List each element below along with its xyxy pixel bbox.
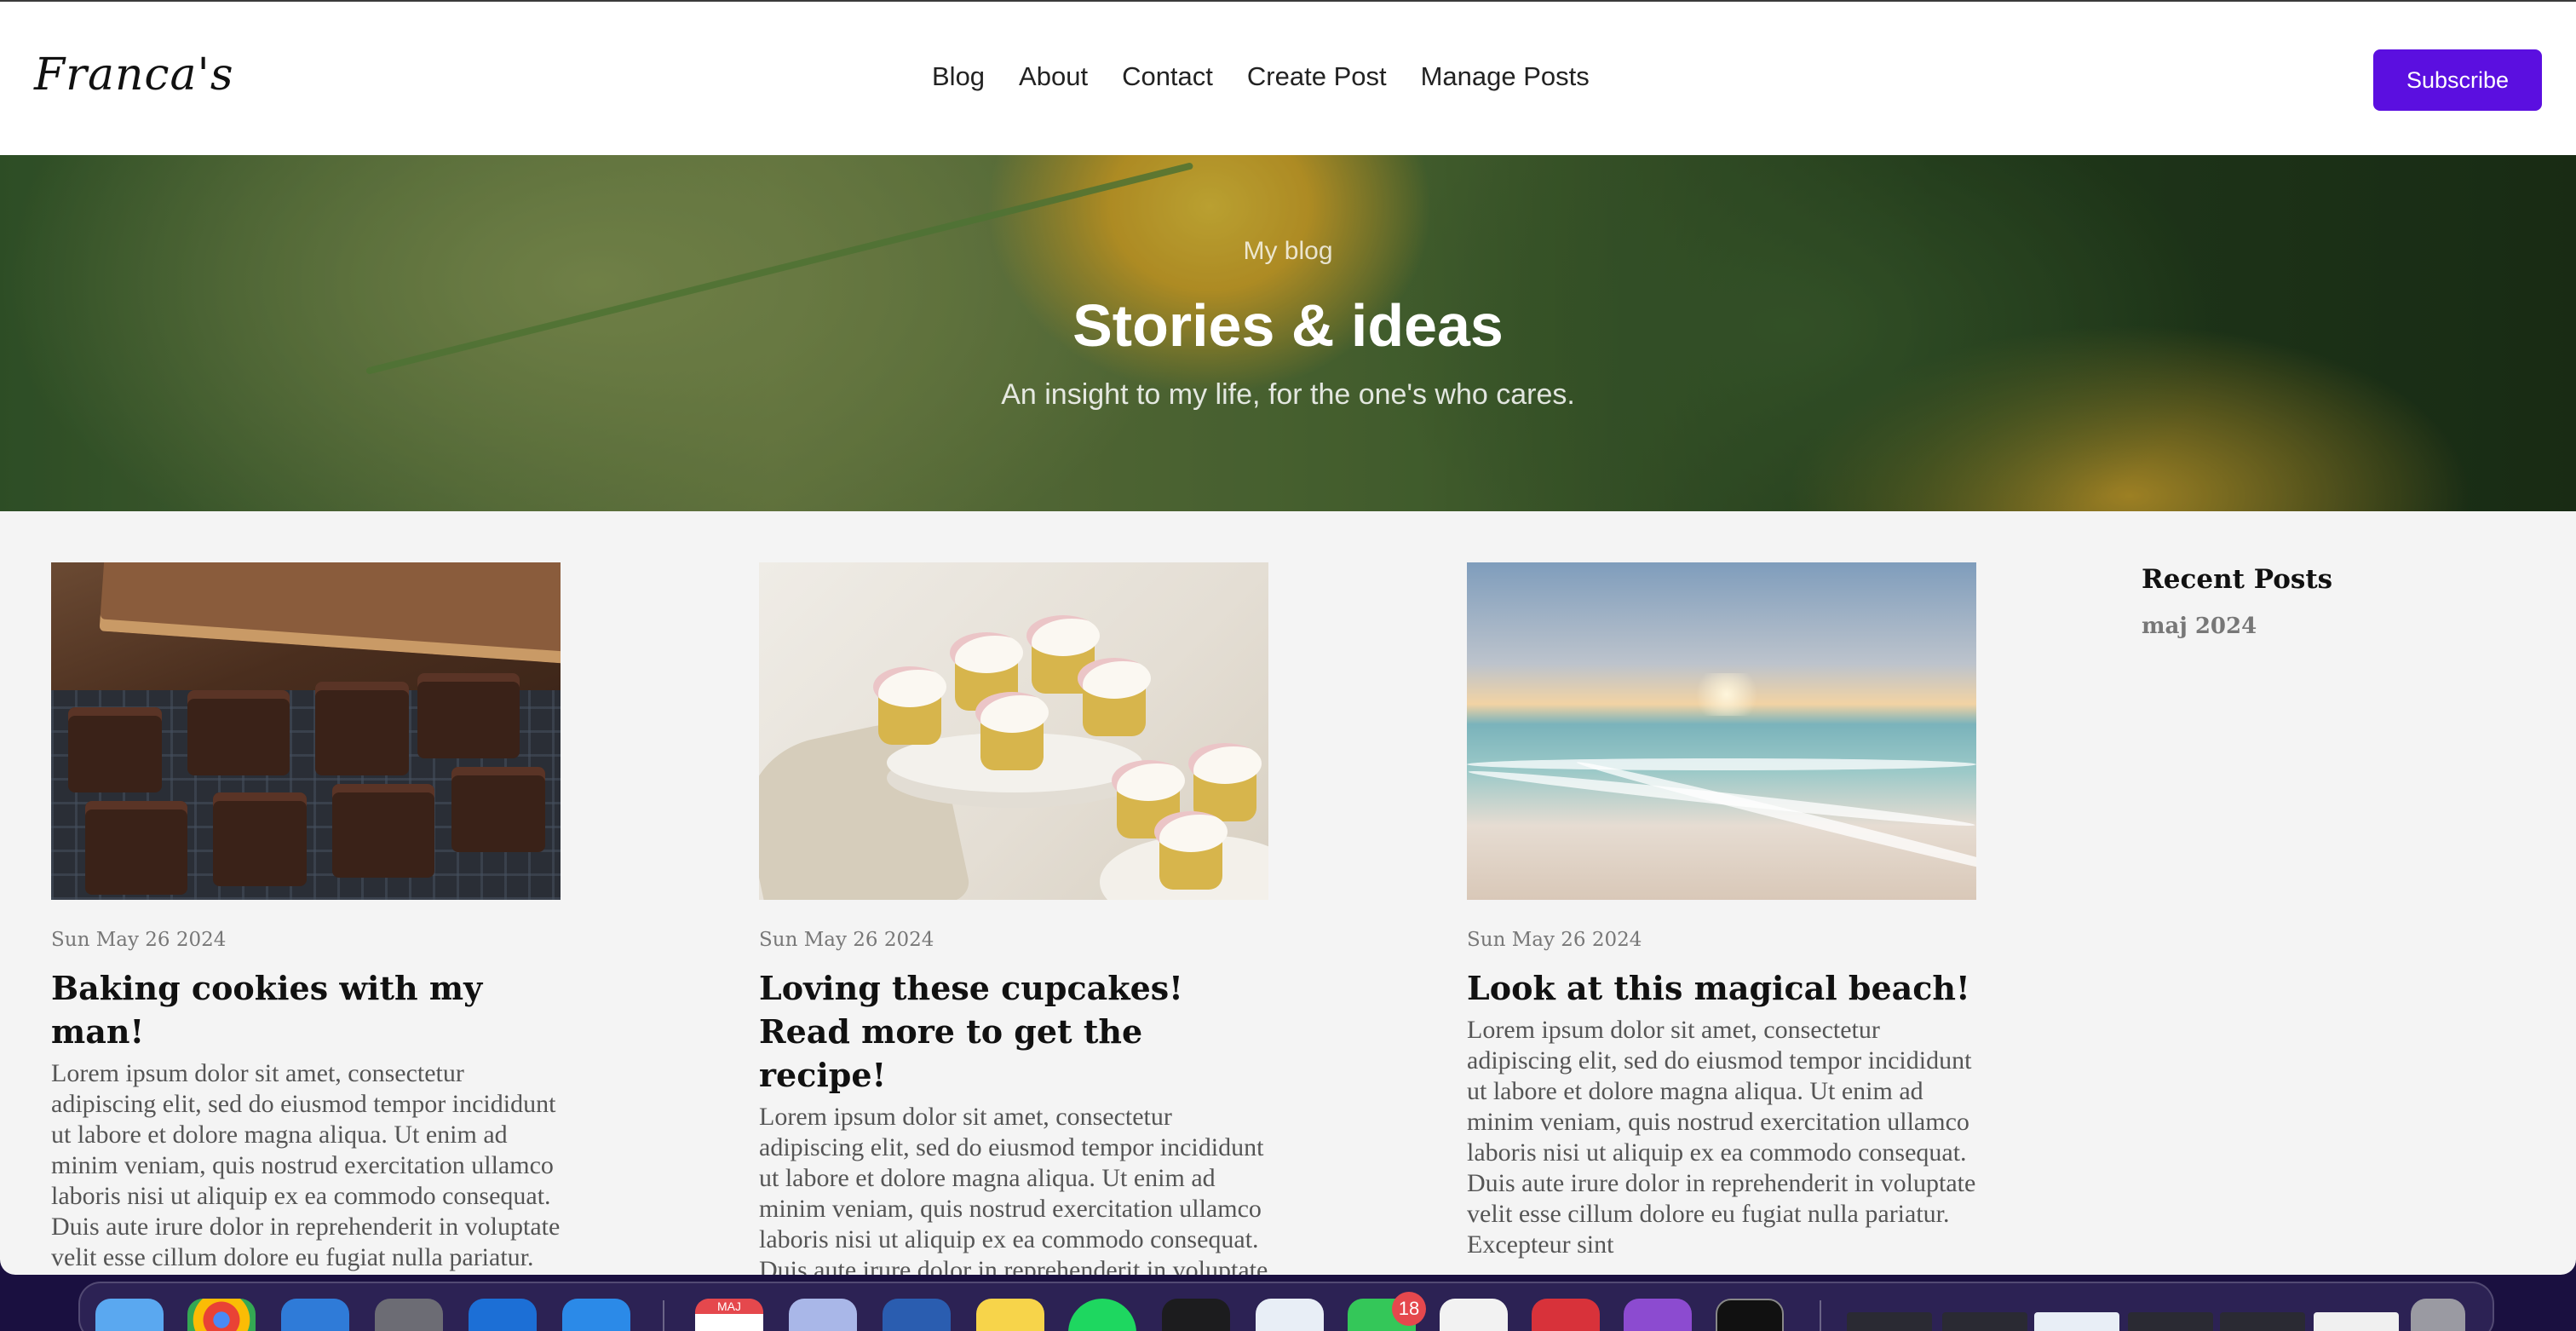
nav-manage-posts[interactable]: Manage Posts bbox=[1421, 61, 1590, 92]
finder-icon[interactable] bbox=[95, 1299, 164, 1331]
minimized-window-thumbnail[interactable] bbox=[2128, 1312, 2213, 1331]
xcode-icon[interactable] bbox=[281, 1299, 349, 1331]
launchpad-icon[interactable] bbox=[375, 1299, 443, 1331]
outlook-icon[interactable] bbox=[469, 1299, 537, 1331]
brownie bbox=[213, 792, 307, 886]
brownie bbox=[417, 673, 520, 758]
hero-banner: My blog Stories & ideas An insight to my… bbox=[0, 155, 2576, 511]
word-icon[interactable] bbox=[883, 1299, 951, 1331]
notes-icon[interactable] bbox=[976, 1299, 1044, 1331]
cupcakes-photo[interactable] bbox=[759, 562, 1268, 900]
minimized-window-thumbnail[interactable] bbox=[2314, 1312, 2399, 1331]
post-date: Sun May 26 2024 bbox=[51, 929, 227, 951]
post-date: Sun May 26 2024 bbox=[759, 929, 934, 951]
post-title[interactable]: Baking cookies with my man! bbox=[51, 966, 561, 1053]
hero-title: Stories & ideas bbox=[1072, 292, 1504, 359]
brownie bbox=[85, 801, 187, 895]
cupcake bbox=[1078, 658, 1151, 736]
brownie bbox=[451, 767, 545, 852]
main-nav: Blog About Contact Create Post Manage Po… bbox=[932, 61, 1590, 92]
browser-page: Franca's Blog About Contact Create Post … bbox=[0, 0, 2576, 1275]
subscribe-button[interactable]: Subscribe bbox=[2373, 49, 2542, 111]
site-logo[interactable]: Franca's bbox=[34, 49, 234, 101]
chrome-icon[interactable] bbox=[187, 1299, 256, 1331]
hero-kicker: My blog bbox=[1243, 237, 1333, 265]
site-header: Franca's Blog About Contact Create Post … bbox=[0, 2, 2576, 155]
vscode-icon[interactable] bbox=[562, 1299, 630, 1331]
brownie bbox=[332, 784, 434, 878]
baking-tray bbox=[99, 562, 561, 665]
terminal-icon[interactable] bbox=[1716, 1299, 1784, 1331]
preview-icon[interactable] bbox=[789, 1299, 857, 1331]
nav-blog[interactable]: Blog bbox=[932, 61, 985, 92]
textedit-icon[interactable] bbox=[1440, 1299, 1508, 1331]
dock-separator bbox=[1820, 1300, 1821, 1331]
calendar-icon[interactable]: MAJ bbox=[695, 1299, 763, 1331]
post-date: Sun May 26 2024 bbox=[1467, 929, 1642, 951]
messages-badge: 18 bbox=[1392, 1292, 1426, 1326]
post-card[interactable]: Sun May 26 2024 Baking cookies with my m… bbox=[51, 562, 561, 1275]
recent-posts-sidebar: Recent Posts maj 2024 bbox=[2142, 564, 2499, 639]
nav-create-post[interactable]: Create Post bbox=[1247, 61, 1387, 92]
post-card[interactable]: Sun May 26 2024 Look at this magical bea… bbox=[1467, 562, 1976, 1260]
wave-foam bbox=[1467, 758, 1976, 770]
calendar-month-label: MAJ bbox=[695, 1299, 763, 1314]
post-excerpt: Lorem ipsum dolor sit amet, consectetur … bbox=[759, 1103, 1268, 1275]
testflight-icon[interactable] bbox=[1256, 1299, 1324, 1331]
brownie bbox=[187, 690, 290, 775]
minimized-window-thumbnail[interactable] bbox=[2220, 1312, 2305, 1331]
cupcake bbox=[975, 692, 1049, 770]
brownie bbox=[315, 682, 409, 775]
post-excerpt: Lorem ipsum dolor sit amet, consectetur … bbox=[1467, 1016, 1976, 1259]
post-excerpt: Lorem ipsum dolor sit amet, consectetur … bbox=[51, 1059, 561, 1275]
recent-posts-month-link[interactable]: maj 2024 bbox=[2142, 614, 2499, 639]
recent-posts-heading: Recent Posts bbox=[2142, 564, 2333, 595]
github-desktop-icon[interactable] bbox=[1624, 1299, 1692, 1331]
minimized-window-thumbnail[interactable] bbox=[1847, 1312, 1932, 1331]
cupcake bbox=[873, 666, 946, 745]
wave-foam bbox=[1575, 756, 1976, 892]
beach-photo[interactable] bbox=[1467, 562, 1976, 900]
cupcake bbox=[1154, 811, 1228, 890]
post-title[interactable]: Loving these cupcakes! Read more to get … bbox=[759, 966, 1268, 1097]
apple-tv-icon[interactable] bbox=[1162, 1299, 1230, 1331]
dock-separator bbox=[663, 1300, 664, 1331]
post-title[interactable]: Look at this magical beach! bbox=[1467, 966, 1976, 1010]
minimized-window-thumbnail[interactable] bbox=[2034, 1312, 2119, 1331]
trash-icon[interactable] bbox=[2411, 1299, 2465, 1331]
minimized-window-thumbnail[interactable] bbox=[1942, 1312, 2027, 1331]
post-card[interactable]: Sun May 26 2024 Loving these cupcakes! R… bbox=[759, 562, 1268, 1275]
brownie bbox=[68, 707, 162, 792]
hero-subtitle: An insight to my life, for the one's who… bbox=[1001, 378, 1575, 411]
sun-glow bbox=[1688, 673, 1765, 716]
brownies-photo[interactable] bbox=[51, 562, 561, 900]
filezilla-icon[interactable] bbox=[1532, 1299, 1600, 1331]
nav-contact[interactable]: Contact bbox=[1122, 61, 1213, 92]
nav-about[interactable]: About bbox=[1019, 61, 1088, 92]
